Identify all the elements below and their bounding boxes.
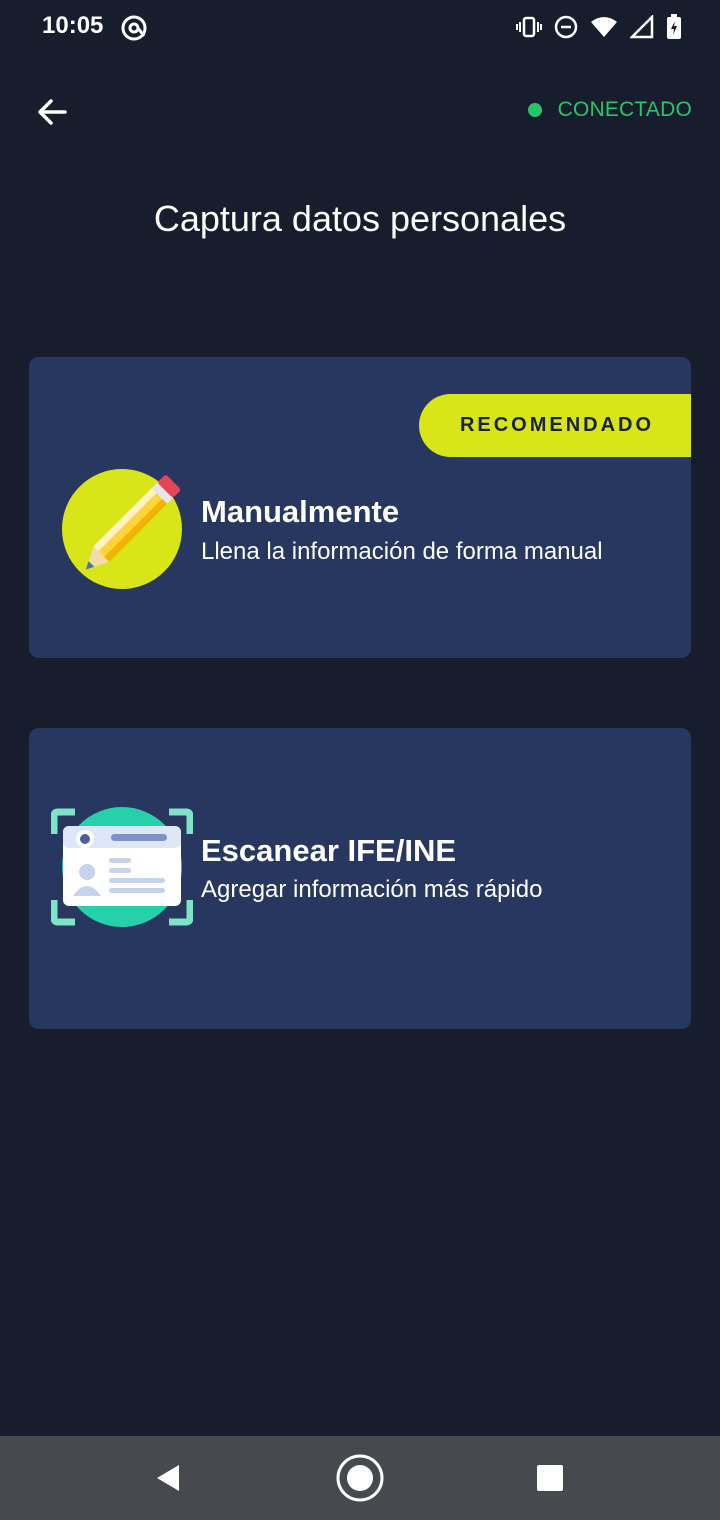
recommended-badge: RECOMENDADO xyxy=(419,394,691,457)
status-icons xyxy=(516,14,682,40)
connection-status: CONECTADO xyxy=(527,98,692,122)
back-button[interactable] xyxy=(30,90,74,134)
nav-recents-button[interactable] xyxy=(525,1456,575,1500)
wifi-icon xyxy=(590,15,618,39)
nav-recents-icon xyxy=(537,1465,563,1491)
do-not-disturb-icon xyxy=(554,15,578,39)
system-nav-bar xyxy=(0,1436,720,1520)
option-manual-title: Manualmente xyxy=(201,494,400,529)
pencil-icon xyxy=(59,465,189,600)
at-sign-icon xyxy=(120,14,148,47)
option-scan-title: Escanear IFE/INE xyxy=(201,833,457,868)
nav-back-button[interactable] xyxy=(143,1456,193,1500)
cell-signal-icon xyxy=(630,15,654,39)
option-manual-card[interactable]: RECOMENDADO Manualmente Llena la informa… xyxy=(29,357,691,658)
status-time: 10:05 xyxy=(42,12,104,39)
option-scan-card[interactable]: Escanear IFE/INE Agregar información más… xyxy=(29,728,691,1029)
battery-charging-icon xyxy=(666,14,682,40)
connection-label: CONECTADO xyxy=(557,98,692,121)
vibrate-icon xyxy=(516,15,542,39)
badge-label: RECOMENDADO xyxy=(459,414,655,436)
screen: 10:05 CONECTADO Captura datos personales… xyxy=(0,0,720,1520)
option-scan-subtitle: Agregar información más rápido xyxy=(201,876,543,903)
nav-back-icon xyxy=(157,1465,179,1491)
nav-home-button[interactable] xyxy=(335,1454,385,1502)
page-title: Captura datos personales xyxy=(153,198,567,239)
arrow-left-icon xyxy=(38,99,67,125)
nav-home-icon xyxy=(336,1454,384,1502)
connection-dot xyxy=(527,103,542,117)
id-card-scan-icon xyxy=(50,806,194,935)
option-manual-subtitle: Llena la información de forma manual xyxy=(201,538,603,565)
status-bar: 10:05 xyxy=(0,0,720,56)
